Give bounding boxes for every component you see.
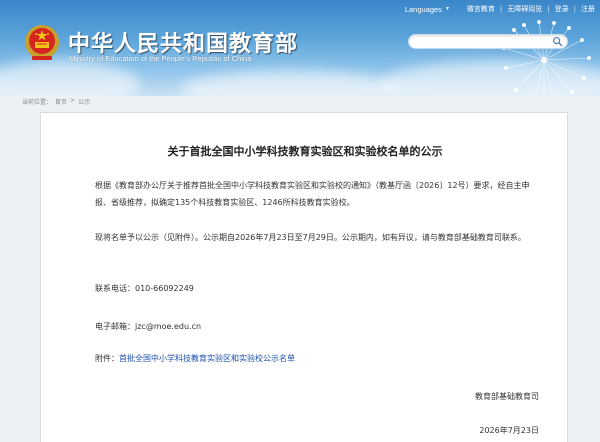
attachment-line: 附件：首批全国中小学科技教育实验区和实验校公示名单 <box>95 353 295 364</box>
article-panel: 关于首批全国中小学科技教育实验区和实验校名单的公示 根据《教育部办公厅关于推荐首… <box>40 112 568 442</box>
link-register[interactable]: 注册 <box>576 4 600 14</box>
top-links-bar: Languages ▼ 微言教育 | 无障碍阅览 | 登录 | 注册 <box>405 2 600 16</box>
cloud-decoration <box>180 70 400 96</box>
article-title: 关于首批全国中小学科技教育实验区和实验校名单的公示 <box>167 145 443 158</box>
breadcrumb-current[interactable]: 公示 <box>78 97 90 107</box>
site-header: Languages ▼ 微言教育 | 无障碍阅览 | 登录 | 注册 中华人民共… <box>0 0 600 96</box>
search-input[interactable] <box>409 41 549 55</box>
search-box <box>408 34 568 55</box>
caret-down-icon: ▼ <box>444 6 450 12</box>
signature-org: 教育部基础教育司 <box>475 392 539 401</box>
national-emblem-icon[interactable] <box>24 24 60 62</box>
attachment-link[interactable]: 首批全国中小学科技教育实验区和实验校公示名单 <box>119 354 295 363</box>
site-subtitle: Ministry of Education of the People's Re… <box>69 54 252 63</box>
signature-date: 2026年7月23日 <box>479 426 539 435</box>
contact-email: 电子邮箱：jzc@moe.edu.cn <box>95 322 202 331</box>
breadcrumb: 当前位置： 首页 > 公示 <box>22 97 90 107</box>
contact-phone: 联系电话：010-66092249 <box>95 284 194 293</box>
link-accessibility[interactable]: 无障碍阅览 <box>502 4 547 14</box>
dandelion-decoration <box>502 20 591 96</box>
language-selector[interactable]: Languages ▼ <box>405 5 450 14</box>
article-paragraph: 根据《教育部办公厅关于推荐首批全国中小学科技教育实验区和实验校的通知》（教基厅函… <box>95 181 530 207</box>
breadcrumb-home[interactable]: 首页 <box>55 97 67 107</box>
article-paragraph: 现将名单予以公示（见附件）。公示期自2026年7月23日至7月29日。公示期内，… <box>95 233 526 242</box>
cloud-decoration <box>0 60 140 96</box>
attachment-label: 附件： <box>95 354 119 363</box>
link-weiyan[interactable]: 微言教育 <box>462 4 500 14</box>
breadcrumb-label: 当前位置： <box>22 99 53 106</box>
link-login[interactable]: 登录 <box>550 4 574 14</box>
search-icon[interactable] <box>552 36 563 47</box>
breadcrumb-separator: > <box>70 97 76 104</box>
